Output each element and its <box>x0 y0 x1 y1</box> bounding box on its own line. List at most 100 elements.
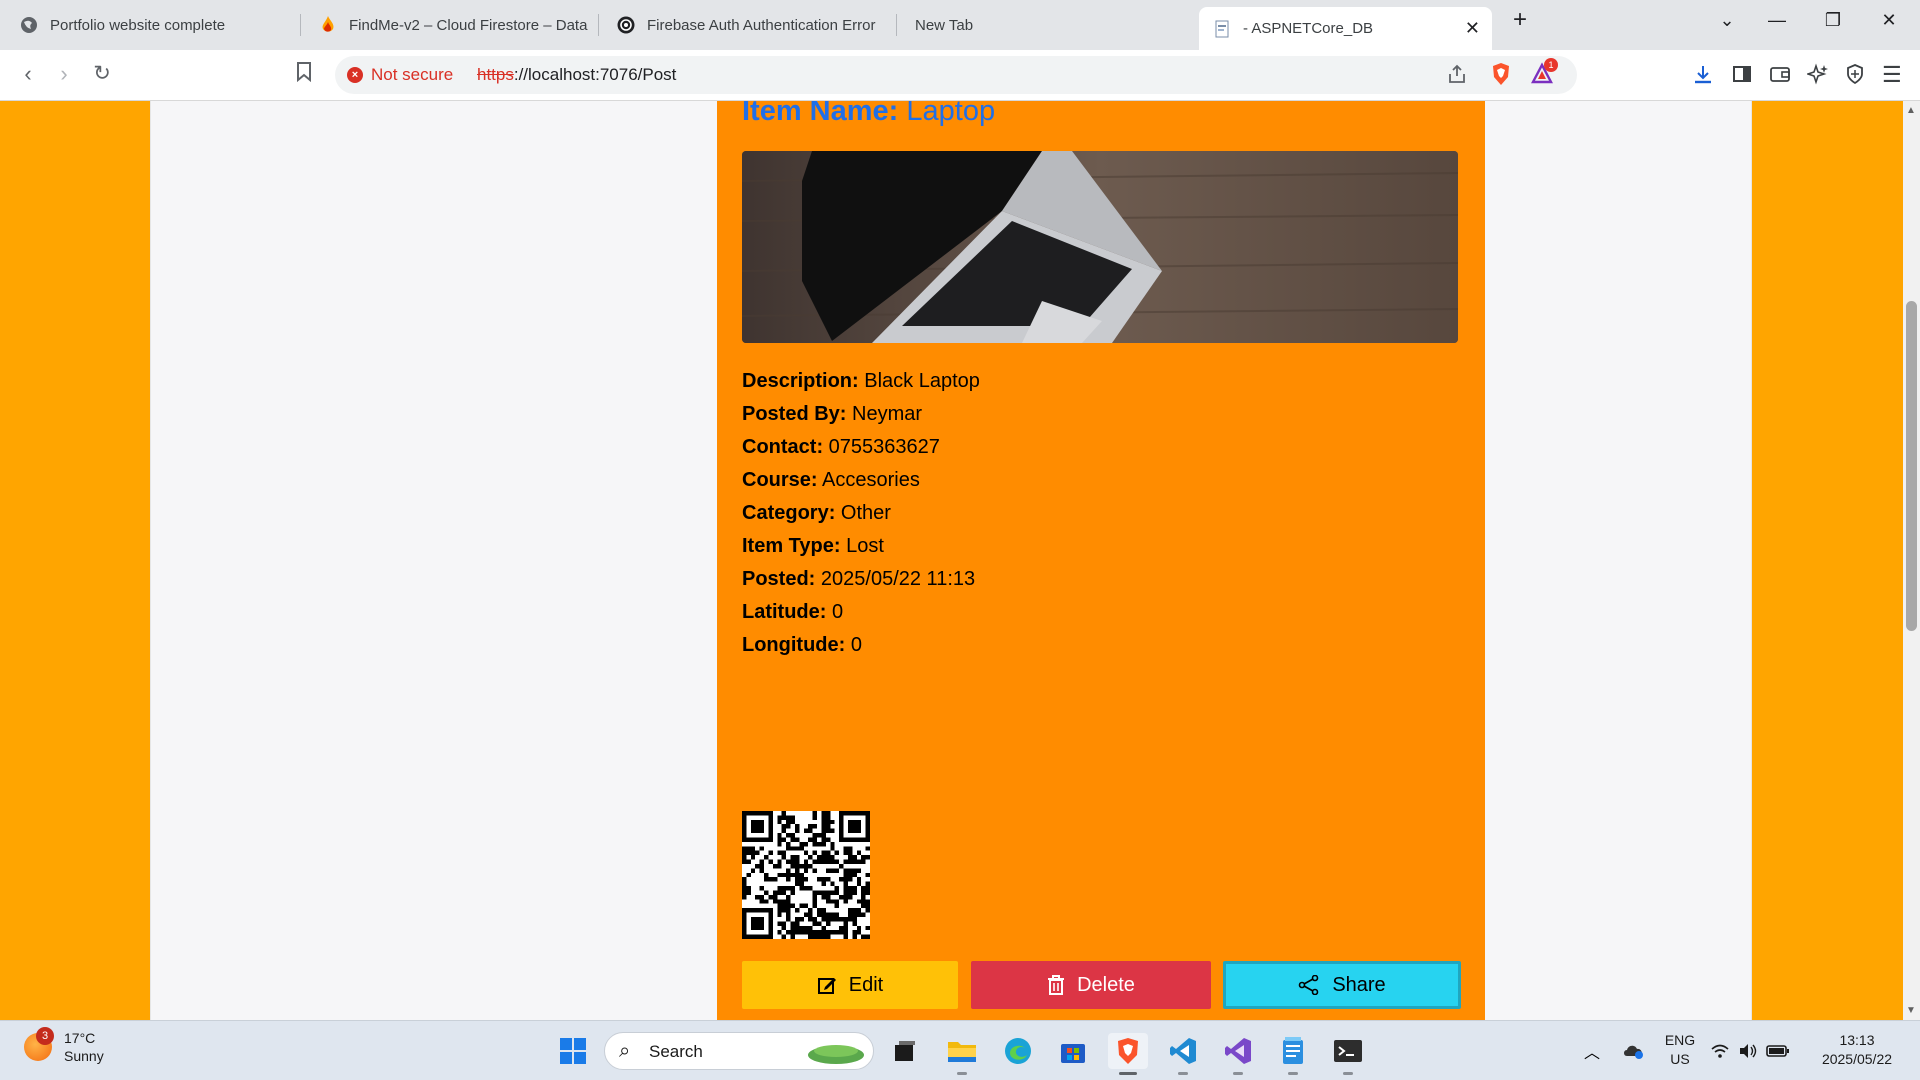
forward-icon[interactable]: › <box>50 61 78 87</box>
taskbar-search[interactable]: ⌕ Search <box>604 1032 874 1070</box>
weather-widget[interactable]: 3 17°C Sunny <box>24 1027 104 1065</box>
tab-aspnetcore-db[interactable]: - ASPNETCore_DB ✕ <box>1199 7 1492 50</box>
url-text[interactable]: https://localhost:7076/Post <box>477 65 676 85</box>
terminal-icon[interactable] <box>1328 1033 1368 1075</box>
close-window-icon[interactable]: ✕ <box>1874 10 1904 31</box>
detail-label: Latitude: <box>742 601 827 623</box>
share-icon <box>1298 975 1320 995</box>
onedrive-icon[interactable] <box>1614 1033 1654 1069</box>
menu-icon[interactable]: ☰ <box>1882 62 1902 88</box>
clock-date: 2025/05/22 <box>1821 1051 1893 1067</box>
sidebar-icon[interactable] <box>1732 64 1752 90</box>
item-name-label: Item Name: <box>742 101 899 127</box>
windows-taskbar: 3 17°C Sunny ⌕ Search ︿ ENG US 13:13 202… <box>0 1020 1920 1080</box>
detail-value: 0 <box>832 601 844 623</box>
close-tab-icon[interactable]: ✕ <box>1465 18 1480 39</box>
edge-icon[interactable] <box>998 1033 1038 1069</box>
share-page-icon[interactable] <box>1447 64 1467 90</box>
task-view-icon[interactable] <box>885 1033 925 1069</box>
new-tab-button[interactable]: + <box>1505 6 1535 34</box>
minimize-icon[interactable]: — <box>1762 10 1792 31</box>
leo-ai-icon[interactable] <box>1805 63 1829 91</box>
brave-browser-icon[interactable] <box>1108 1033 1148 1075</box>
tab-label: - ASPNETCore_DB <box>1243 20 1374 37</box>
detail-course: Course: Accesories <box>742 464 980 497</box>
microsoft-store-icon[interactable] <box>1053 1033 1093 1069</box>
reload-icon[interactable]: ↻ <box>88 61 116 86</box>
vpn-shield-icon[interactable] <box>1845 63 1865 91</box>
share-button[interactable]: Share <box>1223 961 1461 1009</box>
running-indicator <box>1178 1072 1188 1075</box>
detail-posted-by: Posted By: Neymar <box>742 398 980 431</box>
detail-value: Black Laptop <box>864 370 980 392</box>
wifi-icon[interactable] <box>1708 1033 1732 1069</box>
detail-value: 2025/05/22 11:13 <box>820 568 976 590</box>
detail-value: Other <box>840 502 891 524</box>
detail-label: Description: <box>742 370 859 392</box>
show-hidden-icons-chevron-icon[interactable]: ︿ <box>1572 1033 1612 1069</box>
running-indicator <box>1343 1072 1353 1075</box>
detail-label: Contact: <box>742 436 824 458</box>
item-name-heading: Item Name: Laptop <box>742 101 995 128</box>
tab-label: Portfolio website complete <box>50 16 226 34</box>
tab-new-tab[interactable]: New Tab <box>901 7 1191 43</box>
tab-search-chevron-icon[interactable]: ⌄ <box>1712 10 1742 31</box>
security-label: Not secure <box>371 65 454 84</box>
active-indicator <box>1119 1072 1137 1075</box>
battery-icon[interactable] <box>1764 1033 1792 1069</box>
edit-button[interactable]: Edit <box>742 961 958 1009</box>
tab-label: New Tab <box>915 16 974 34</box>
page-scrollbar[interactable]: ▲ ▼ <box>1903 101 1920 1020</box>
firebase-icon <box>319 16 337 34</box>
detail-item-type: Item Type: Lost <box>742 530 980 563</box>
not-secure-icon: × <box>347 67 363 83</box>
tab-portfolio[interactable]: Portfolio website complete <box>6 7 296 43</box>
weather-temperature: 17°C <box>64 1030 96 1046</box>
volume-icon[interactable] <box>1736 1033 1760 1069</box>
tab-firebase-auth[interactable]: Firebase Auth Authentication Error <box>603 7 893 43</box>
tab-label: FindMe-v2 – Cloud Firestore – Data <box>349 16 588 34</box>
vscode-icon[interactable] <box>1163 1033 1203 1075</box>
brave-shields-icon[interactable] <box>1490 62 1512 92</box>
weather-badge: 3 <box>36 1027 54 1045</box>
scroll-down-arrow-icon[interactable]: ▼ <box>1906 1005 1916 1016</box>
visual-studio-icon[interactable] <box>1218 1033 1258 1075</box>
scroll-thumb[interactable] <box>1906 301 1917 631</box>
clock[interactable]: 13:13 2025/05/22 <box>1812 1031 1902 1069</box>
search-highlight-icon <box>808 1045 864 1064</box>
edit-label: Edit <box>848 973 884 996</box>
page-viewport: Item Name: Laptop Description: Black Lap… <box>0 101 1903 1020</box>
rewards-badge: 1 <box>1544 58 1558 72</box>
url-path: ://localhost:7076/Post <box>513 65 677 84</box>
detail-posted: Posted: 2025/05/22 11:13 <box>742 563 980 596</box>
search-label: Search <box>649 1042 703 1061</box>
windows-start-icon[interactable] <box>553 1033 593 1069</box>
detail-label: Category: <box>742 502 836 524</box>
running-indicator <box>1288 1072 1298 1075</box>
openai-icon <box>617 16 635 34</box>
downloads-icon[interactable] <box>1693 64 1713 92</box>
qr-code <box>742 811 870 939</box>
file-explorer-icon[interactable] <box>942 1033 982 1075</box>
detail-latitude: Latitude: 0 <box>742 596 980 629</box>
security-indicator[interactable]: × Not secure <box>347 65 453 85</box>
scroll-up-arrow-icon[interactable]: ▲ <box>1906 105 1916 116</box>
page-container: Item Name: Laptop Description: Black Lap… <box>150 101 1752 1020</box>
laptop-photo <box>742 151 1458 343</box>
wallet-icon[interactable] <box>1769 64 1791 90</box>
address-bar[interactable]: × Not secure https://localhost:7076/Post… <box>335 56 1577 94</box>
tab-firestore[interactable]: FindMe-v2 – Cloud Firestore – Data <box>305 7 595 43</box>
notepad-icon[interactable] <box>1273 1033 1313 1075</box>
clock-time: 13:13 <box>1839 1032 1875 1048</box>
delete-button[interactable]: Delete <box>971 961 1211 1009</box>
edit-icon <box>817 975 837 995</box>
detail-label: Longitude: <box>742 634 846 656</box>
detail-label: Posted By: <box>742 403 847 425</box>
restore-icon[interactable]: ❐ <box>1818 10 1848 31</box>
bookmark-icon[interactable] <box>296 62 312 88</box>
page-icon <box>1213 20 1231 38</box>
detail-label: Item Type: <box>742 535 841 557</box>
language-indicator[interactable]: ENG US <box>1655 1031 1705 1069</box>
brave-rewards-icon[interactable]: 1 <box>1530 58 1558 92</box>
back-icon[interactable]: ‹ <box>14 61 42 87</box>
